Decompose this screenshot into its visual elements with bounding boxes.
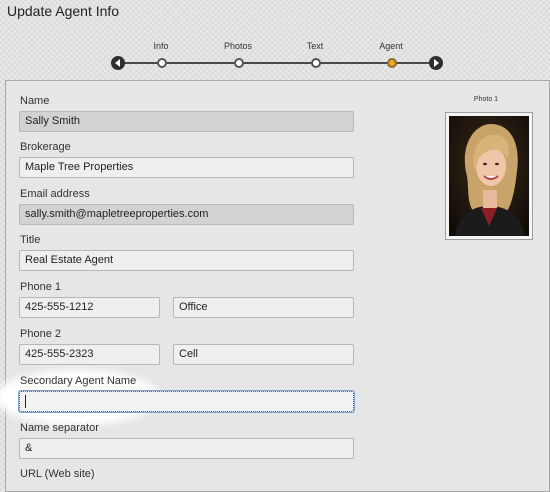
text-caret <box>25 394 26 408</box>
phone1-type-field[interactable]: Office <box>173 297 354 318</box>
phone2-label: Phone 2 <box>20 328 61 340</box>
step-label-agent[interactable]: Agent <box>361 41 421 51</box>
phone1-number-field[interactable]: 425-555-1212 <box>19 297 160 318</box>
brokerage-label: Brokerage <box>20 141 71 153</box>
step-dot-text[interactable] <box>311 58 321 68</box>
phone2-type-field[interactable]: Cell <box>173 344 354 365</box>
name-field[interactable]: Sally Smith <box>19 111 354 132</box>
step-navigation: Info Photos Text Agent <box>0 0 550 75</box>
title-label: Title <box>20 234 41 246</box>
name-separator-field[interactable]: & <box>19 438 354 459</box>
phone1-label: Phone 1 <box>20 281 61 293</box>
arrow-left-icon <box>115 59 120 67</box>
email-field[interactable]: sally.smith@mapletreeproperties.com <box>19 204 354 225</box>
arrow-right-icon <box>434 59 439 67</box>
secondary-agent-name-field[interactable] <box>18 390 355 413</box>
name-separator-label: Name separator <box>20 422 99 434</box>
secondary-agent-name-label: Secondary Agent Name <box>20 375 137 387</box>
name-label: Name <box>20 95 50 107</box>
agent-portrait-image <box>449 116 529 236</box>
next-step-button[interactable] <box>429 56 443 70</box>
photo-label: Photo 1 <box>473 96 499 103</box>
step-dot-photos[interactable] <box>234 58 244 68</box>
step-label-info[interactable]: Info <box>131 41 191 51</box>
agent-photo[interactable] <box>445 112 533 240</box>
step-label-photos[interactable]: Photos <box>208 41 268 51</box>
url-label: URL (Web site) <box>20 468 95 480</box>
title-field[interactable]: Real Estate Agent <box>19 250 354 271</box>
phone2-number-field[interactable]: 425-555-2323 <box>19 344 160 365</box>
step-label-text[interactable]: Text <box>285 41 345 51</box>
prev-step-button[interactable] <box>111 56 125 70</box>
step-dot-info[interactable] <box>157 58 167 68</box>
brokerage-field[interactable]: Maple Tree Properties <box>19 157 354 178</box>
email-label: Email address <box>20 188 90 200</box>
step-dot-agent[interactable] <box>387 58 397 68</box>
